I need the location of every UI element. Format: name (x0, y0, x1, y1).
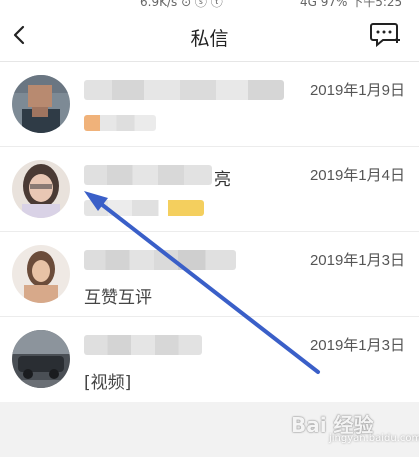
contact-name: 亮 (84, 165, 284, 190)
avatar[interactable] (12, 75, 70, 133)
message-preview (84, 115, 156, 131)
page-title: 私信 (190, 28, 229, 50)
message-date: 2019年1月3日 (309, 252, 405, 269)
message-date: 2019年1月3日 (309, 337, 405, 354)
avatar[interactable] (12, 330, 70, 388)
message-preview: 互赞互评 (84, 288, 152, 308)
status-bar-left: 6.9K/s ⊙ ⓢ ⓣ (140, 0, 223, 9)
status-bar-right: 4G 97% 下午5:25 (300, 0, 403, 9)
message-date: 2019年1月9日 (309, 82, 405, 99)
avatar[interactable] (12, 245, 70, 303)
avatar[interactable] (12, 160, 70, 218)
conversation-row[interactable]: 2019年1月9日 (0, 62, 419, 147)
new-message-icon[interactable] (369, 20, 401, 50)
contact-name (84, 80, 284, 102)
contact-name-suffix: 亮 (214, 170, 231, 190)
conversation-row[interactable]: 亮 2019年1月4日 (0, 147, 419, 232)
conversation-row[interactable]: 2019年1月3日 [视频] (0, 317, 419, 403)
message-preview (84, 200, 204, 216)
app-header: 私信 (0, 10, 419, 62)
contact-name (84, 335, 284, 357)
watermark-sub: jingyan.baidu.com (329, 433, 419, 444)
watermark: Bai 经验 jingyan.baidu.com (291, 405, 419, 449)
message-date: 2019年1月4日 (309, 167, 405, 184)
conversation-row[interactable]: 2019年1月3日 互赞互评 (0, 232, 419, 317)
conversation-list: 2019年1月9日 亮 2019年1月4日 2019年1月3日 互赞互评 201… (0, 62, 419, 403)
message-preview: [视频] (84, 373, 132, 393)
contact-name (84, 250, 284, 272)
status-bar: 6.9K/s ⊙ ⓢ ⓣ 4G 97% 下午5:25 (0, 0, 419, 10)
